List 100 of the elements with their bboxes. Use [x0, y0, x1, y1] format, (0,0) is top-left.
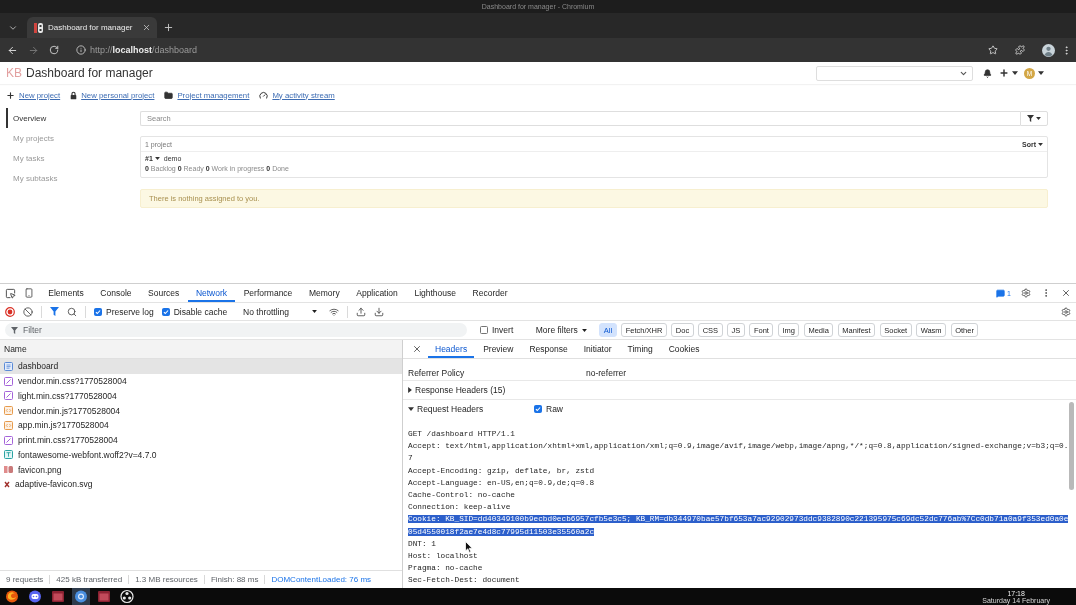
new-tab-icon[interactable] [163, 22, 174, 33]
mouse-pointer-icon [465, 541, 473, 553]
message-icon [996, 288, 1006, 298]
filter-icon [1027, 115, 1034, 122]
close-icon[interactable] [1061, 288, 1071, 298]
triangle-down-icon[interactable] [408, 407, 414, 411]
project-select-field[interactable] [816, 65, 973, 81]
device-icon[interactable] [24, 288, 34, 298]
section-toggle[interactable]: Request Headers [408, 404, 534, 414]
script-file-icon [4, 406, 13, 416]
browser-tab[interactable]: Dashboard for manager [27, 17, 157, 38]
script-file-icon [4, 420, 13, 430]
puzzle-icon[interactable] [1015, 45, 1025, 55]
status-text: 9 requests [5, 575, 45, 584]
gauge-icon [259, 90, 269, 100]
devtools-tab[interactable]: Lighthouse [406, 284, 465, 302]
document-file-icon [4, 361, 13, 371]
column-header: Name [4, 344, 27, 354]
record-icon[interactable] [5, 306, 15, 317]
wifi-icon[interactable] [329, 306, 340, 317]
details-tab[interactable]: Initiator [576, 340, 619, 358]
devtools-tab[interactable]: Sources [139, 284, 188, 302]
info-icon[interactable] [76, 45, 86, 55]
favicon-icon [34, 22, 43, 33]
filter-icon [11, 326, 18, 334]
details-tab[interactable]: Response [522, 340, 575, 358]
checkbox-label: Disable cache [173, 306, 228, 317]
devtools-tab[interactable]: Performance [235, 284, 301, 302]
details-tab[interactable]: Preview [476, 340, 521, 358]
request-row[interactable]: print.min.css?1770528004 [0, 432, 402, 448]
settings-icon[interactable] [1021, 288, 1031, 298]
swirl-app-icon[interactable] [3, 588, 21, 605]
status-text: Finish: 88 ms [203, 575, 265, 584]
scrollbar[interactable] [1069, 402, 1074, 490]
window-app-icon[interactable] [95, 588, 113, 605]
close-icon[interactable] [142, 23, 151, 32]
devtools-tab[interactable]: Application [347, 284, 407, 302]
checkbox-label: Raw [546, 404, 563, 414]
cross-mark-icon [4, 480, 10, 488]
url-text[interactable]: http://localhost/dashboard [90, 45, 198, 55]
request-row[interactable]: dashboard [0, 359, 402, 374]
inspect-icon[interactable] [5, 287, 16, 299]
request-row[interactable]: favicon.png [0, 462, 402, 477]
window-app-icon[interactable] [49, 588, 67, 605]
chat-app-icon[interactable] [26, 588, 44, 605]
status-text: 425 kB transferred [49, 575, 129, 584]
lock-icon [70, 90, 78, 100]
header-value: no-referrer [586, 367, 627, 378]
stylesheet-file-icon [4, 376, 13, 386]
throttling-select[interactable]: No throttling [239, 305, 322, 318]
star-icon[interactable] [988, 45, 998, 55]
caret-down-icon [1038, 71, 1044, 75]
upload-icon[interactable] [356, 306, 367, 317]
devtools-tab[interactable]: Memory [300, 284, 348, 302]
request-row[interactable]: fontawesome-webfont.woff2?v=4.7.0 [0, 447, 402, 463]
globe-app-icon[interactable] [72, 588, 90, 605]
checkbox[interactable] [534, 405, 542, 413]
details-tab[interactable]: Timing [620, 340, 660, 358]
status-text: 1.3 MB resources [128, 575, 204, 584]
settings-icon[interactable] [1061, 306, 1071, 317]
section-toggle[interactable]: Response Headers (15) [408, 385, 608, 395]
bell-icon[interactable] [983, 68, 992, 78]
devtools-tab[interactable]: Network [187, 284, 236, 302]
ring-app-icon[interactable] [118, 588, 136, 605]
profile-avatar-icon[interactable] [1042, 43, 1055, 57]
triangle-right-icon[interactable] [408, 387, 412, 393]
checkbox[interactable] [94, 307, 102, 316]
request-row[interactable]: vendor.min.css?1770528004 [0, 373, 402, 389]
checkbox[interactable] [161, 307, 170, 316]
filter-icon[interactable] [50, 307, 59, 316]
clear-icon[interactable] [23, 306, 33, 317]
forward-icon[interactable] [28, 44, 39, 56]
reload-icon[interactable] [49, 45, 59, 55]
back-icon[interactable] [7, 44, 18, 56]
request-row[interactable]: adaptive-favicon.svg [0, 477, 402, 492]
search-icon[interactable] [67, 306, 77, 317]
caret-down-icon [581, 328, 587, 332]
checkbox[interactable] [479, 326, 488, 334]
caret-down-icon [154, 157, 160, 160]
caret-down-icon [1012, 71, 1018, 75]
plus-icon[interactable] [999, 68, 1009, 78]
plus-icon [6, 90, 15, 100]
close-icon[interactable] [412, 344, 422, 354]
details-tab[interactable]: Cookies [661, 340, 707, 358]
folder-icon [164, 90, 174, 100]
request-row[interactable]: app.min.js?1770528004 [0, 418, 402, 433]
devtools-tab[interactable]: Elements [40, 284, 93, 302]
request-row[interactable]: light.min.css?1770528004 [0, 388, 402, 404]
checkbox-label: Invert [492, 325, 514, 335]
download-icon[interactable] [374, 306, 385, 317]
request-row[interactable]: vendor.min.js?1770528004 [0, 403, 402, 418]
image-thumbnail-icon [4, 466, 13, 474]
filter-field[interactable]: Filter [5, 323, 467, 337]
devtools-tab[interactable]: Recorder [464, 284, 516, 302]
details-tab[interactable]: Headers [428, 340, 475, 358]
filter-dropdown-button[interactable] [1020, 111, 1048, 126]
page-title: Dashboard for manager [26, 66, 153, 80]
more-filters-button[interactable]: More filters [535, 325, 587, 335]
logo-text: KB [6, 66, 22, 80]
devtools-tab[interactable]: Console [92, 284, 140, 302]
